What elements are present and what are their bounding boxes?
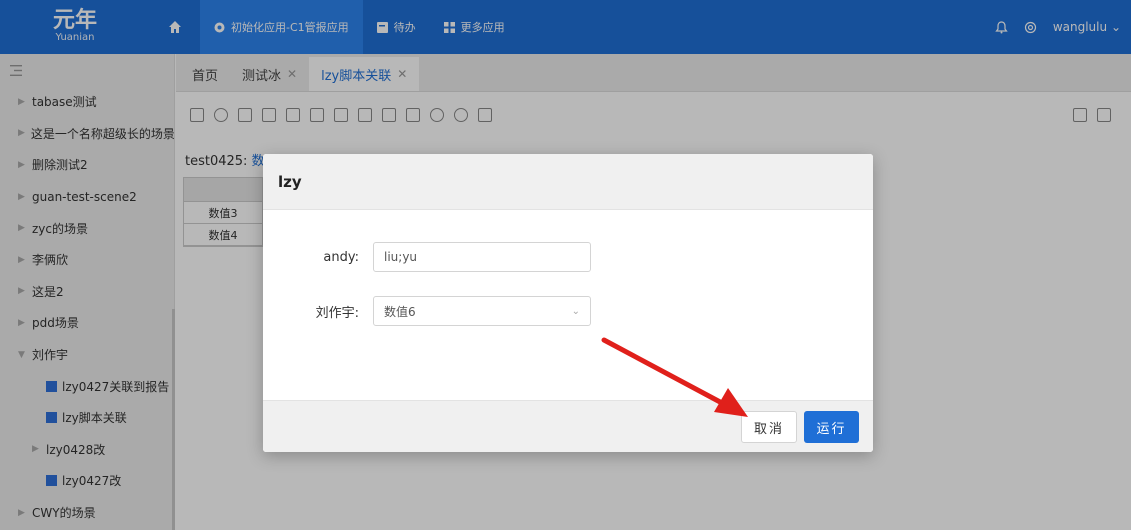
- chevron-down-icon: ⌄: [571, 305, 580, 317]
- liuzuoyu-select[interactable]: 数值6 ⌄: [373, 296, 591, 326]
- field-label-liuzuoyu: 刘作宇:: [315, 305, 359, 321]
- andy-input[interactable]: liu;yu: [373, 242, 591, 272]
- form-row-liuzuoyu: 刘作宇: 数值6 ⌄: [263, 296, 591, 326]
- liuzuoyu-select-value: 数值6: [384, 304, 416, 319]
- field-label-andy: andy:: [323, 249, 359, 265]
- run-button[interactable]: 运行: [804, 411, 859, 443]
- form-row-andy: andy: liu;yu: [263, 242, 591, 272]
- dialog-title: lzy: [263, 154, 873, 210]
- andy-input-value: liu;yu: [384, 250, 418, 264]
- run-dialog: lzy andy: liu;yu 刘作宇: 数值6 ⌄ 取消 运行: [263, 154, 873, 452]
- cancel-button[interactable]: 取消: [741, 411, 797, 443]
- dialog-footer: 取消 运行: [263, 400, 873, 452]
